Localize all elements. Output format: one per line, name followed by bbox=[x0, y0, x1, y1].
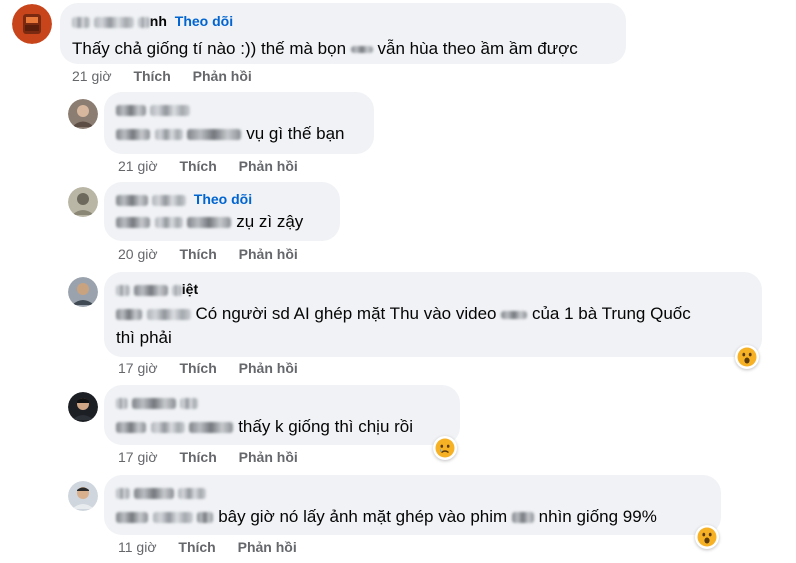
author-name[interactable]: iệt bbox=[116, 280, 750, 298]
reply-button[interactable]: Phản hồi bbox=[239, 360, 298, 376]
follow-link[interactable]: Theo dõi bbox=[175, 13, 233, 29]
reply-button[interactable]: Phản hồi bbox=[239, 158, 298, 174]
comment-bubble: nh Theo dõi Thấy chả giống tí nào :)) th… bbox=[60, 3, 626, 64]
comment-meta: 21 giờ Thích Phản hồi bbox=[118, 158, 316, 174]
comment-bubble: bây giờ nó lấy ảnh mặt ghép vào phim nhì… bbox=[104, 475, 721, 535]
avatar[interactable] bbox=[68, 392, 98, 422]
comment-meta: 11 giờ Thích Phản hồi bbox=[118, 539, 315, 555]
reply-button[interactable]: Phản hồi bbox=[239, 246, 298, 262]
comment-text: bây giờ nó lấy ảnh mặt ghép vào phim nhì… bbox=[116, 505, 709, 529]
like-button[interactable]: Thích bbox=[179, 449, 216, 465]
reaction-badge[interactable] bbox=[433, 436, 457, 460]
author-name-suffix: iệt bbox=[181, 281, 199, 297]
avatar-image-icon bbox=[68, 481, 98, 511]
reply-button[interactable]: Phản hồi bbox=[239, 449, 298, 465]
comment-meta: 17 giờ Thích Phản hồi bbox=[118, 360, 316, 376]
avatar-image-icon bbox=[68, 277, 98, 307]
comment-bubble: thấy k giống thì chịu rồi bbox=[104, 385, 460, 445]
comment-bubble: vụ gì thế bạn bbox=[104, 92, 374, 154]
avatar[interactable] bbox=[68, 277, 98, 307]
comment-meta: 21 giờ Thích Phản hồi bbox=[72, 68, 270, 84]
avatar-image-icon bbox=[68, 187, 98, 217]
follow-link[interactable]: Theo dõi bbox=[194, 191, 252, 207]
reaction-badge[interactable] bbox=[735, 345, 759, 369]
like-button[interactable]: Thích bbox=[179, 360, 216, 376]
reply-button[interactable]: Phản hồi bbox=[238, 539, 297, 555]
like-button[interactable]: Thích bbox=[133, 68, 170, 84]
like-button[interactable]: Thích bbox=[179, 158, 216, 174]
avatar[interactable] bbox=[68, 481, 98, 511]
like-button[interactable]: Thích bbox=[179, 246, 216, 262]
reply-button[interactable]: Phản hồi bbox=[193, 68, 252, 84]
avatar[interactable] bbox=[68, 99, 98, 129]
like-button[interactable]: Thích bbox=[178, 539, 215, 555]
timestamp[interactable]: 21 giờ bbox=[72, 68, 112, 84]
sad-emoji-icon bbox=[435, 438, 455, 458]
wow-emoji-icon bbox=[697, 527, 717, 547]
timestamp[interactable]: 17 giờ bbox=[118, 449, 158, 465]
avatar-image-icon bbox=[68, 392, 98, 422]
comment-bubble: Theo dõi zụ zì zậy bbox=[104, 182, 340, 241]
author-name[interactable] bbox=[116, 100, 362, 118]
avatar[interactable] bbox=[68, 187, 98, 217]
author-name[interactable] bbox=[116, 483, 709, 501]
comment-text: Có người sd AI ghép mặt Thu vào video củ… bbox=[116, 304, 691, 347]
timestamp[interactable]: 21 giờ bbox=[118, 158, 158, 174]
author-name[interactable]: nh Theo dõi bbox=[72, 12, 614, 30]
comment-text: vụ gì thế bạn bbox=[116, 122, 362, 146]
comment-text: Thấy chả giống tí nào :)) thế mà bọn vẫn… bbox=[72, 39, 578, 58]
avatar[interactable] bbox=[12, 4, 52, 44]
comment-text: zụ zì zậy bbox=[116, 210, 328, 234]
timestamp[interactable]: 11 giờ bbox=[118, 539, 157, 555]
avatar-image-icon bbox=[12, 4, 52, 44]
avatar-image-icon bbox=[68, 99, 98, 129]
comment-bubble: iệt Có người sd AI ghép mặt Thu vào vide… bbox=[104, 272, 762, 357]
author-name-suffix: nh bbox=[149, 13, 167, 29]
timestamp[interactable]: 20 giờ bbox=[118, 246, 158, 262]
wow-emoji-icon bbox=[737, 347, 757, 367]
comment-meta: 20 giờ Thích Phản hồi bbox=[118, 246, 316, 262]
comment-text: thấy k giống thì chịu rồi bbox=[116, 415, 448, 439]
author-name[interactable]: Theo dõi bbox=[116, 190, 328, 208]
timestamp[interactable]: 17 giờ bbox=[118, 360, 158, 376]
reaction-badge[interactable] bbox=[695, 525, 719, 549]
author-name[interactable] bbox=[116, 393, 448, 411]
comment-meta: 17 giờ Thích Phản hồi bbox=[118, 449, 316, 465]
